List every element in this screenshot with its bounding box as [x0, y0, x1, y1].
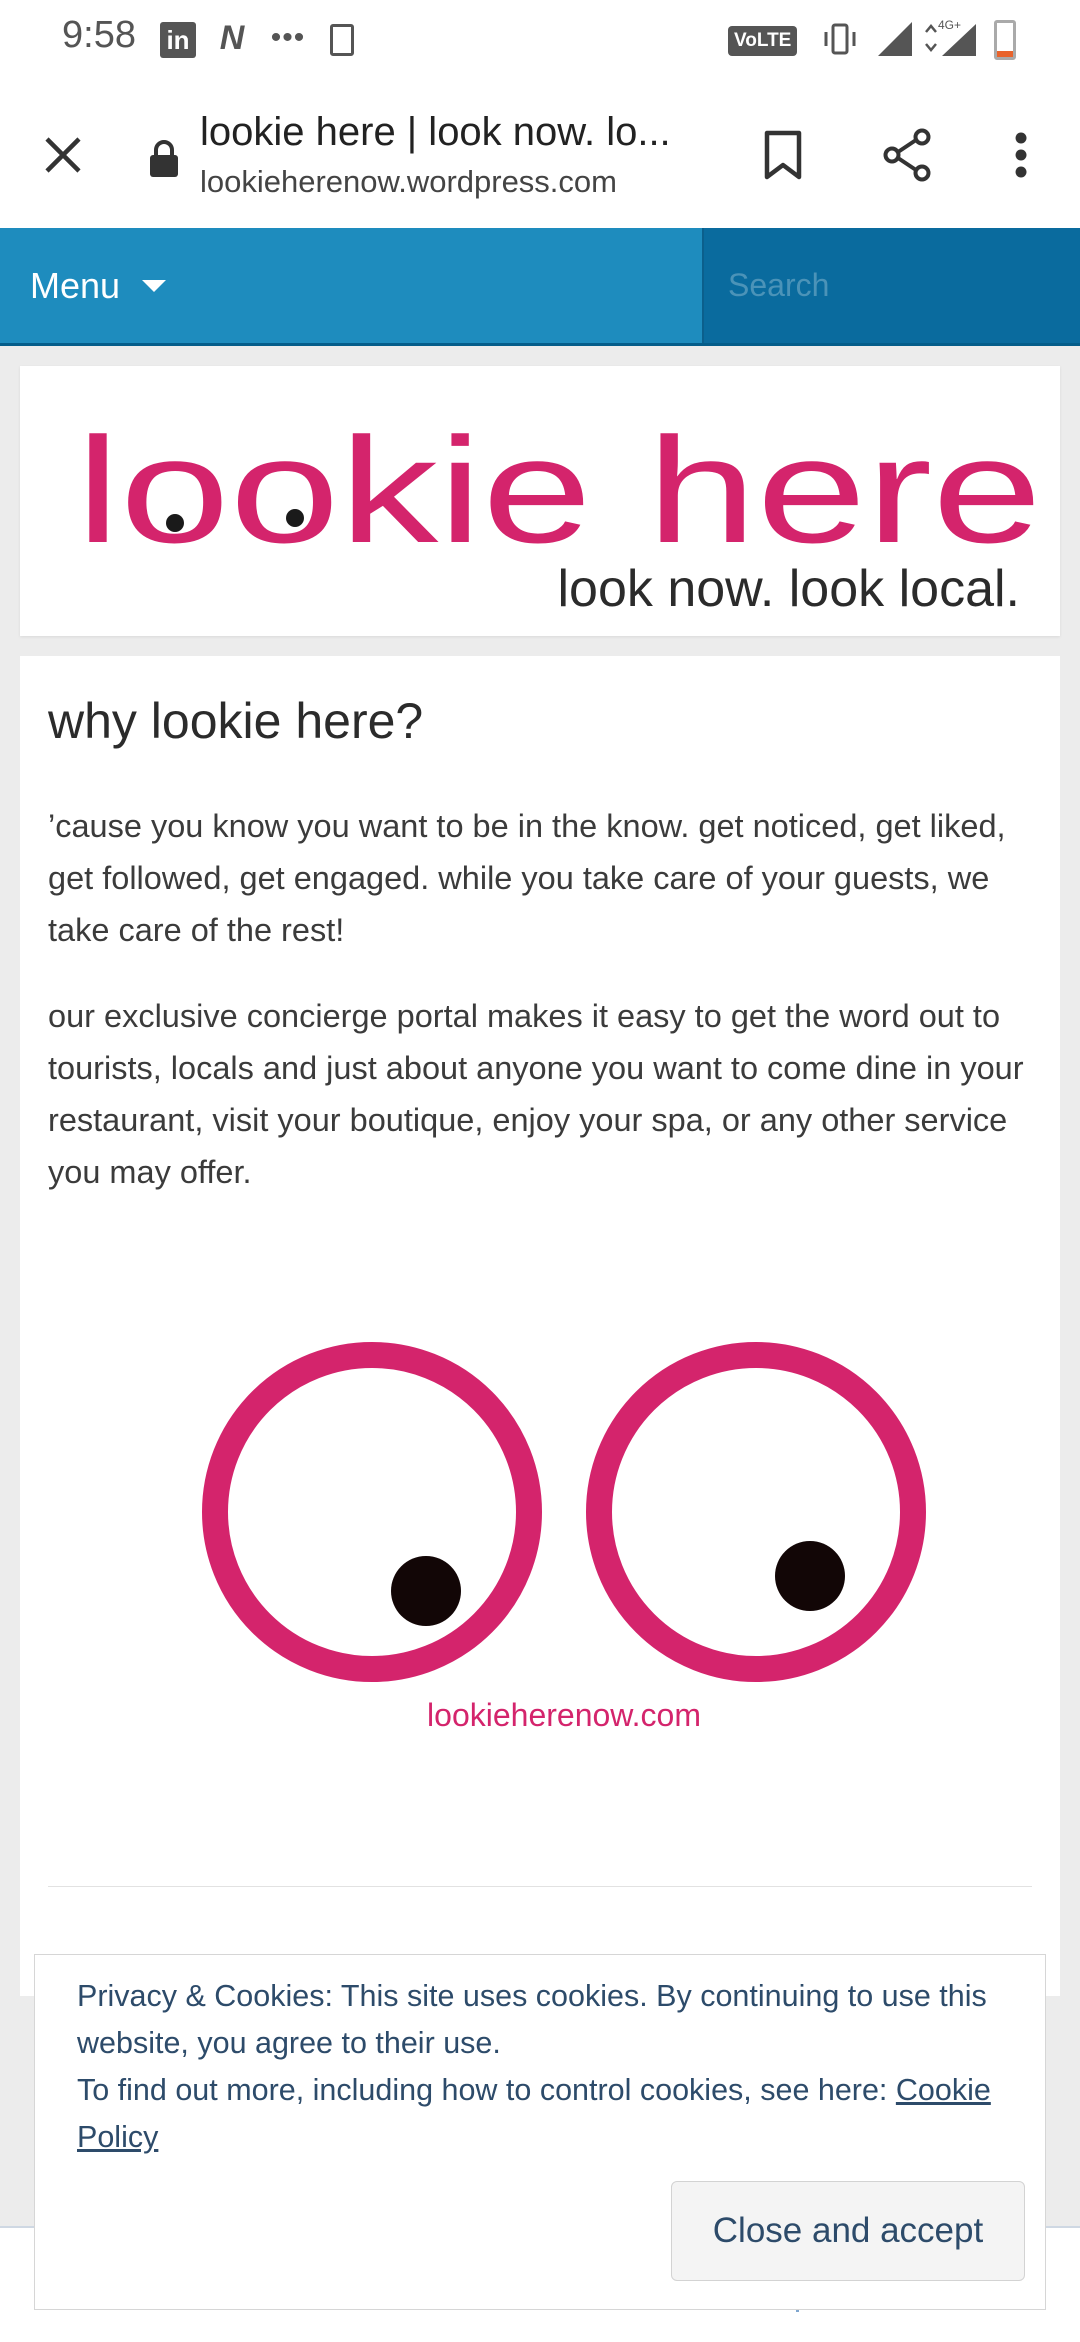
- cookie-banner: Privacy & Cookies: This site uses cookie…: [34, 1954, 1046, 2310]
- logo-pupil-left: [166, 514, 184, 532]
- battery-icon: [994, 20, 1016, 60]
- share-icon: [883, 128, 931, 182]
- vibrate-icon: [822, 22, 858, 56]
- site-nav: Menu: [0, 228, 1080, 346]
- svg-text:4G+: 4G+: [938, 18, 961, 32]
- site-header: lookie here look now. look local.: [20, 366, 1060, 636]
- post-title: why lookie here?: [48, 693, 424, 749]
- page-title[interactable]: lookie here | look now. lo...: [200, 110, 700, 155]
- content-divider: [48, 1886, 1032, 1887]
- cookie-text: Privacy & Cookies: This site uses cookie…: [77, 1973, 1017, 2161]
- logo-pupil-right: [286, 509, 304, 527]
- search-box: [702, 228, 1080, 343]
- eyes-illustration: lookieherenow.com: [202, 1342, 926, 1733]
- battery-level: [997, 50, 1013, 57]
- pupil-right: [775, 1541, 845, 1611]
- bookmark-icon: [764, 130, 802, 180]
- linkedin-icon: in: [160, 22, 196, 58]
- n-icon: N: [219, 18, 245, 57]
- status-bar: 9:58 in N ••• VoLTE 4G+: [0, 0, 1080, 80]
- close-and-accept-button[interactable]: Close and accept: [671, 2181, 1025, 2281]
- bookmark-button[interactable]: [738, 110, 828, 200]
- image-caption: lookieherenow.com: [427, 1697, 701, 1733]
- download-icon: [330, 24, 354, 56]
- eye-right: [586, 1342, 926, 1682]
- menu-button[interactable]: Menu: [30, 228, 167, 343]
- browser-toolbar: lookie here | look now. lo... lookiehere…: [0, 80, 1080, 228]
- caret-down-icon: [142, 279, 167, 292]
- close-tab-button[interactable]: [18, 110, 108, 200]
- post-paragraph: our exclusive concierge portal makes it …: [48, 998, 1024, 1190]
- volte-icon: VoLTE: [728, 26, 798, 56]
- cookie-notice: Privacy & Cookies: This site uses cookie…: [77, 1979, 987, 2060]
- search-input[interactable]: [704, 228, 1080, 343]
- share-button[interactable]: [862, 110, 952, 200]
- site-logo[interactable]: lookie here look now. look local.: [20, 366, 1060, 636]
- signal-icon: [876, 20, 914, 58]
- more-vert-icon: [1015, 132, 1027, 178]
- signal-4g-icon: 4G+: [922, 18, 978, 58]
- url-domain[interactable]: lookieherenow.wordpress.com: [200, 164, 617, 200]
- logo-text: lookie here: [76, 406, 1042, 574]
- logo-tagline: look now. look local.: [558, 560, 1021, 618]
- post-content: why lookie here? ’cause you know you wan…: [20, 656, 1060, 1996]
- close-icon: [45, 137, 81, 173]
- lock-icon: [150, 140, 178, 177]
- more-options-button[interactable]: [976, 110, 1066, 200]
- more-dots-icon: •••: [270, 21, 306, 54]
- cookie-more-info: To find out more, including how to contr…: [77, 2073, 896, 2107]
- post-paragraph: ’cause you know you want to be in the kn…: [48, 808, 1006, 948]
- pupil-left: [391, 1556, 461, 1626]
- status-time: 9:58: [62, 14, 136, 56]
- menu-label: Menu: [30, 264, 121, 306]
- eye-left: [202, 1342, 542, 1682]
